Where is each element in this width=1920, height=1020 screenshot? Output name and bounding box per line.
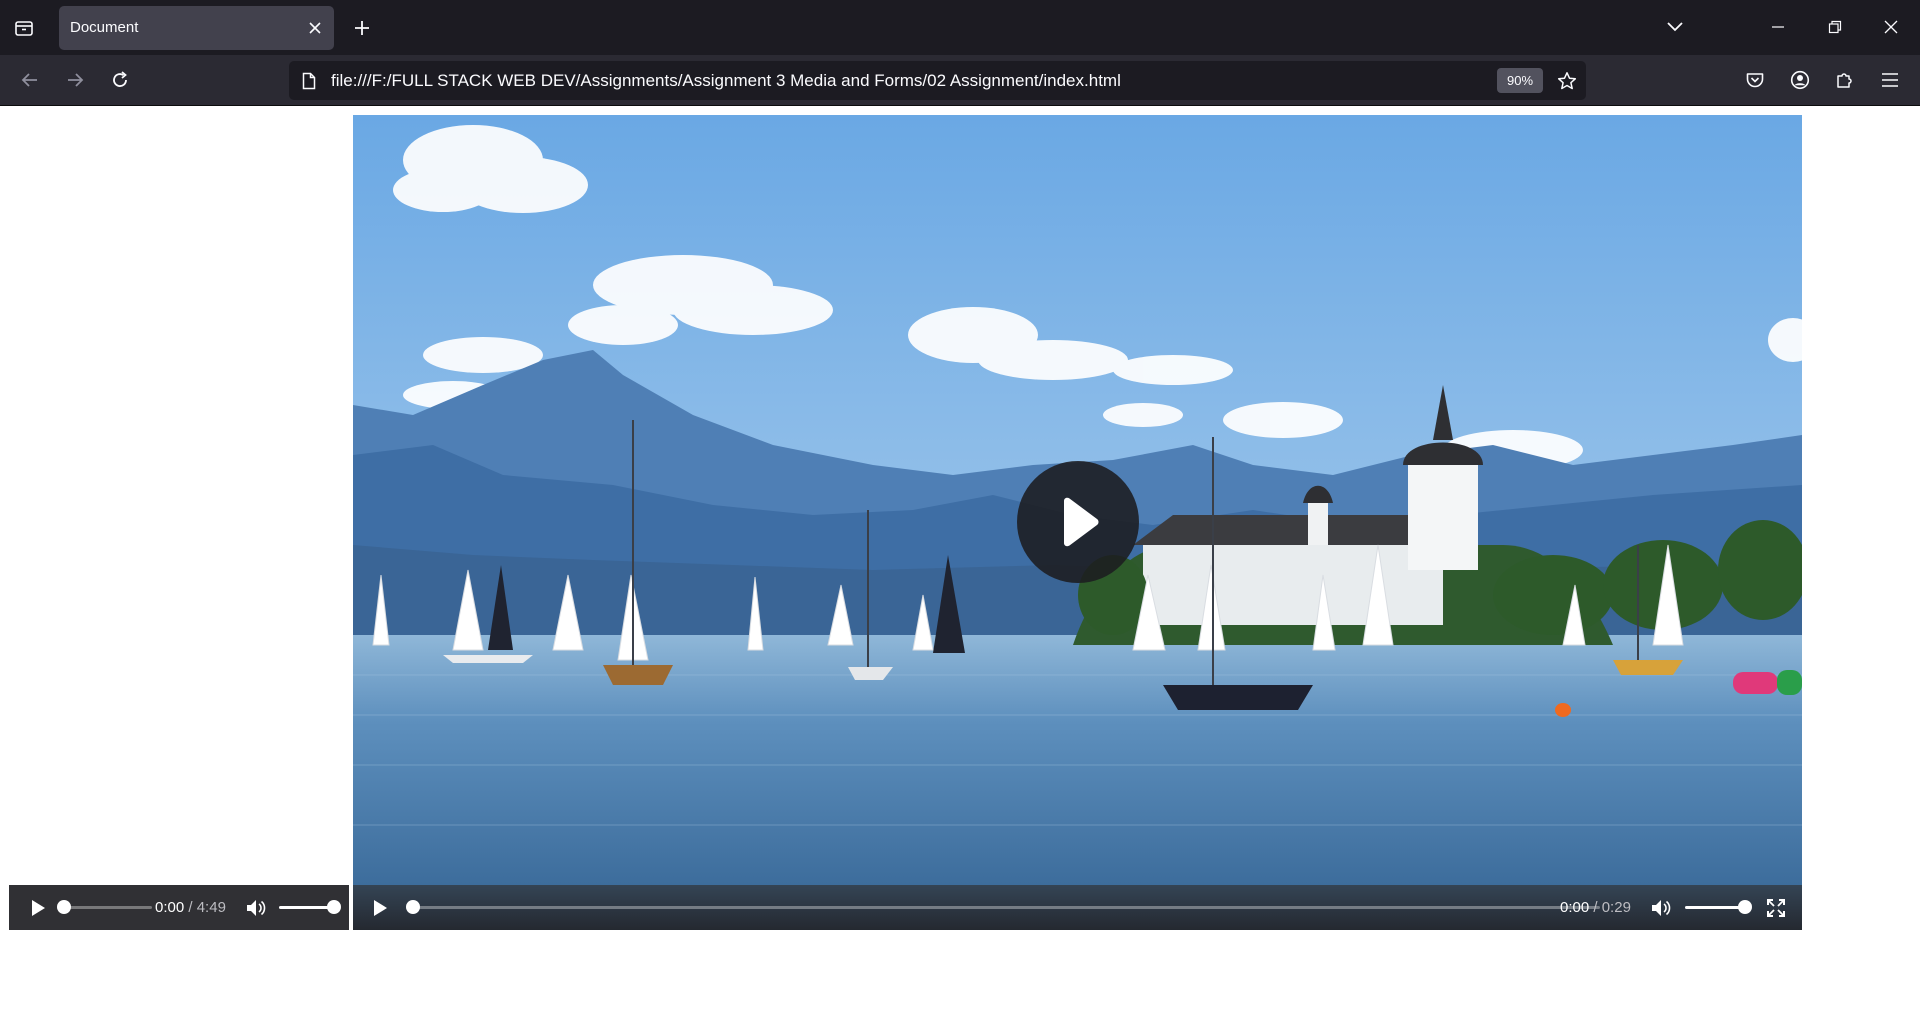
minimize-icon xyxy=(1772,26,1784,28)
audio-duration: 4:49 xyxy=(196,899,226,916)
navigation-toolbar: file:///F:/FULL STACK WEB DEV/Assignment… xyxy=(0,55,1920,106)
plus-icon xyxy=(355,21,369,35)
video-duration: 0:29 xyxy=(1601,899,1631,916)
volume-icon[interactable] xyxy=(1649,896,1673,920)
menu-button[interactable] xyxy=(1873,63,1907,97)
video-current-time: 0:00 xyxy=(1560,899,1590,916)
audio-time-display: 0:00 / 4:49 xyxy=(155,899,226,916)
chevron-down-icon xyxy=(1667,22,1683,32)
volume-icon[interactable] xyxy=(244,896,268,920)
url-text[interactable]: file:///F:/FULL STACK WEB DEV/Assignment… xyxy=(331,71,1121,91)
play-icon[interactable] xyxy=(26,896,50,920)
tab-bar: Document xyxy=(0,0,1920,55)
big-play-icon[interactable] xyxy=(1017,461,1139,583)
close-window-button[interactable] xyxy=(1868,10,1914,44)
tab-document[interactable]: Document xyxy=(59,6,334,50)
forward-button[interactable] xyxy=(58,63,92,97)
arrow-left-icon xyxy=(21,73,37,87)
audio-progress-thumb[interactable] xyxy=(57,900,71,914)
account-icon xyxy=(1790,70,1810,90)
pocket-button[interactable] xyxy=(1738,63,1772,97)
pocket-icon xyxy=(1746,73,1764,88)
video-progress-bar[interactable] xyxy=(413,906,1600,909)
url-bar[interactable]: file:///F:/FULL STACK WEB DEV/Assignment… xyxy=(289,61,1586,100)
video-controls: 0:00 / 0:29 xyxy=(353,885,1802,930)
puzzle-icon xyxy=(1837,73,1852,88)
audio-volume-thumb[interactable] xyxy=(327,900,341,914)
video-progress-thumb[interactable] xyxy=(406,900,420,914)
star-icon[interactable] xyxy=(1551,65,1583,97)
back-button[interactable] xyxy=(13,63,47,97)
close-icon xyxy=(1884,20,1898,34)
hamburger-icon xyxy=(1882,73,1898,87)
restore-button[interactable] xyxy=(1812,10,1858,44)
restore-icon xyxy=(1828,20,1842,34)
video-volume-slider[interactable] xyxy=(1685,906,1745,909)
list-all-tabs-button[interactable] xyxy=(1660,12,1690,42)
audio-player[interactable]: 0:00 / 4:49 xyxy=(9,885,349,930)
video-player[interactable]: 0:00 / 0:29 xyxy=(353,115,1802,930)
audio-time-separator: / xyxy=(188,899,193,916)
close-icon[interactable] xyxy=(304,17,326,39)
video-time-separator: / xyxy=(1593,899,1598,916)
reload-icon xyxy=(113,71,127,87)
tab-list-icon[interactable] xyxy=(10,14,38,42)
audio-volume-slider[interactable] xyxy=(279,906,334,909)
account-button[interactable] xyxy=(1783,63,1817,97)
audio-progress-bar[interactable] xyxy=(64,906,152,909)
page-icon xyxy=(299,71,319,91)
video-time-display: 0:00 / 0:29 xyxy=(1560,899,1631,916)
video-volume-thumb[interactable] xyxy=(1738,900,1752,914)
tab-title: Document xyxy=(70,19,139,36)
extensions-button[interactable] xyxy=(1828,63,1862,97)
zoom-level-badge[interactable]: 90% xyxy=(1497,68,1543,93)
play-icon[interactable] xyxy=(368,896,392,920)
fullscreen-icon[interactable] xyxy=(1764,896,1788,920)
audio-current-time: 0:00 xyxy=(155,899,185,916)
reload-button[interactable] xyxy=(103,63,137,97)
minimize-button[interactable] xyxy=(1755,10,1801,44)
new-tab-button[interactable] xyxy=(347,13,377,43)
arrow-right-icon xyxy=(68,73,84,87)
